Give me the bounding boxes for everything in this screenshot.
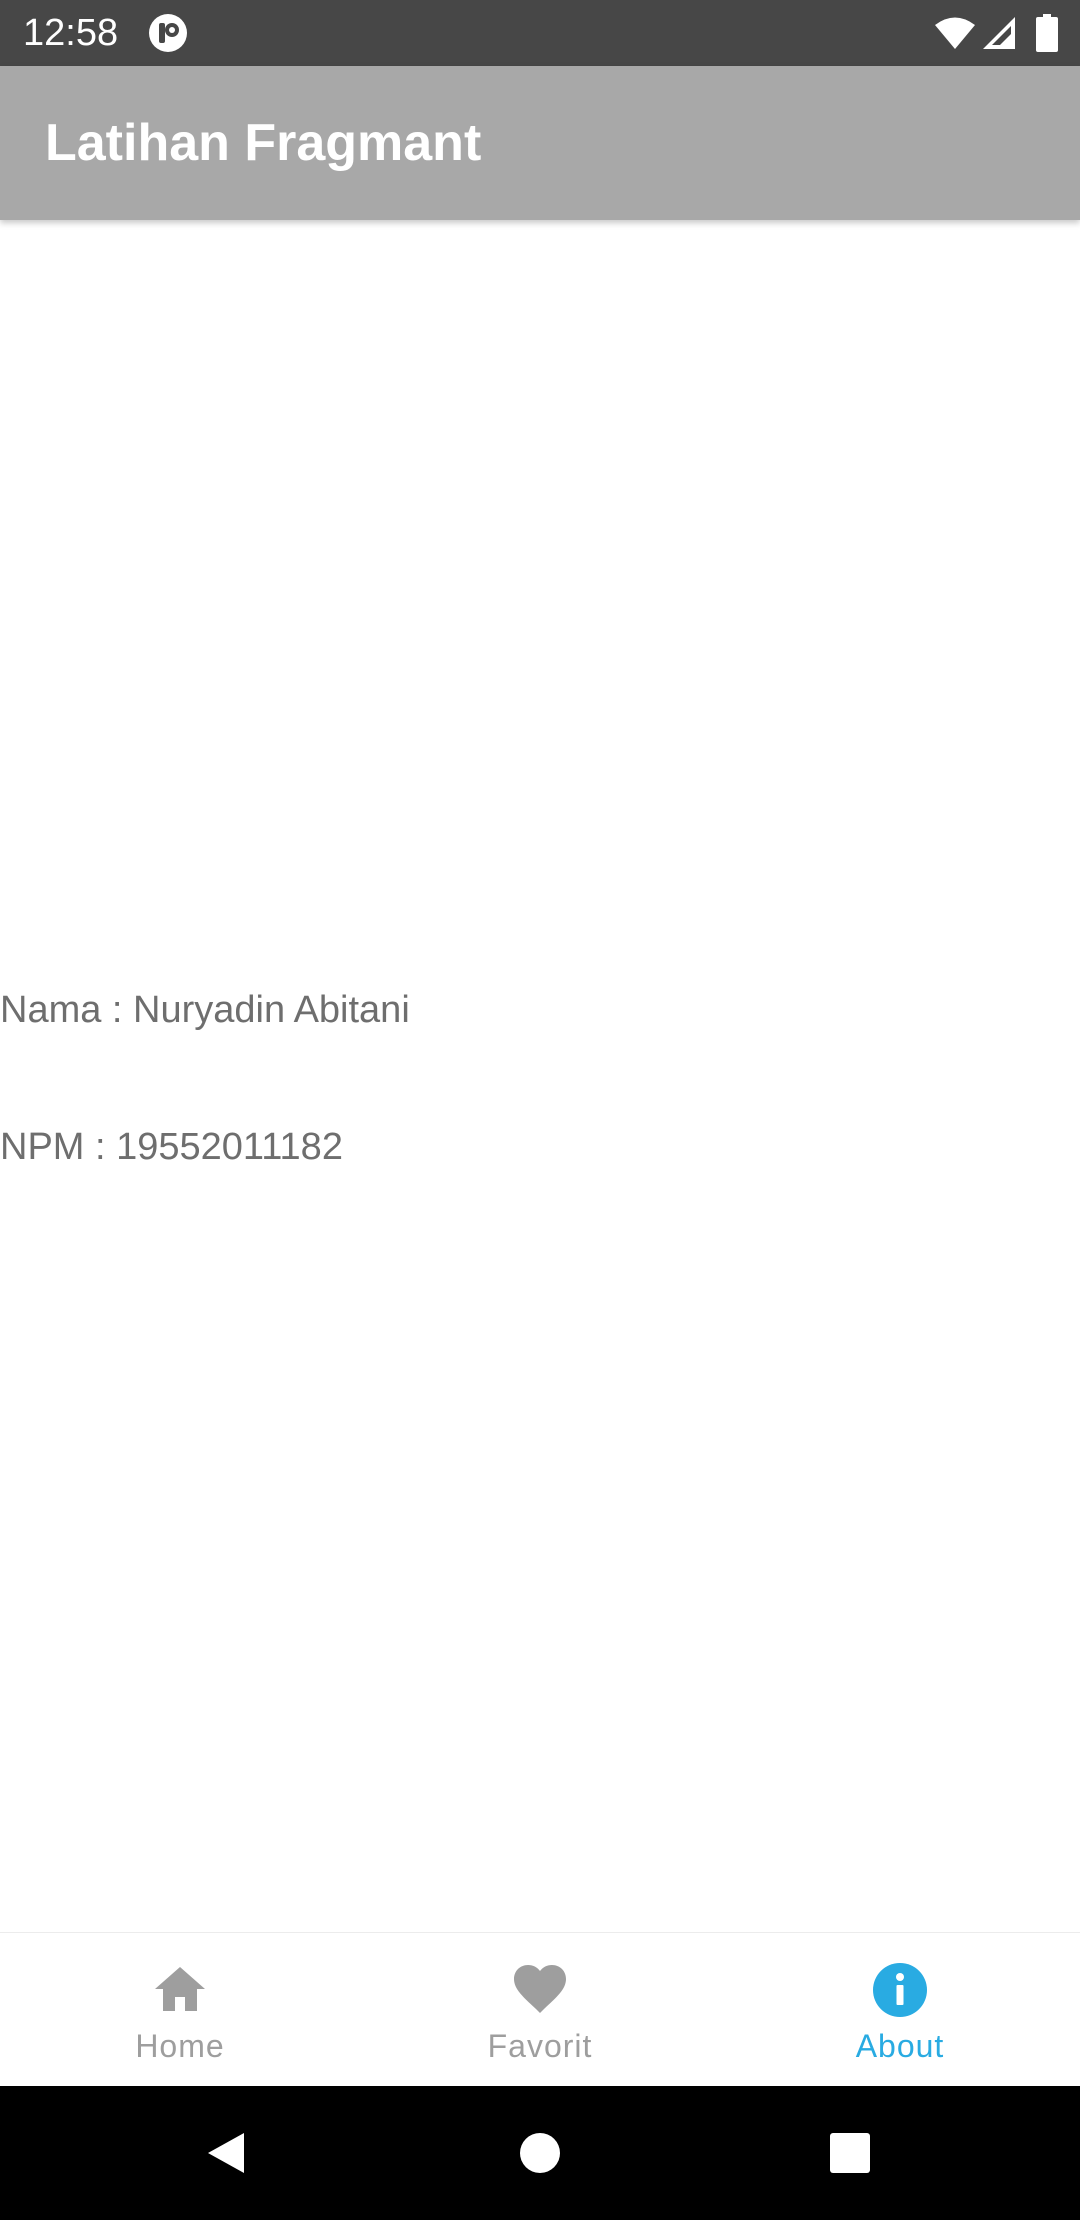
- nav-item-favorit[interactable]: Favorit: [360, 1933, 720, 2087]
- bottom-navigation: Home Favorit About: [0, 1932, 1080, 2086]
- status-bar: 12:58: [0, 0, 1080, 66]
- nav-item-label: Favorit: [487, 2028, 593, 2064]
- signal-icon: [983, 17, 1015, 49]
- student-npm-text: NPM : 19552011182: [0, 1126, 343, 1168]
- student-name-text: Nama : Nuryadin Abitani: [0, 989, 410, 1031]
- page-title: Latihan Fragmant: [45, 114, 482, 172]
- info-icon: [873, 1963, 927, 2017]
- heart-icon: [514, 1965, 566, 2013]
- about-content: Nama : Nuryadin Abitani NPM : 1955201118…: [0, 220, 1080, 1932]
- nav-item-home[interactable]: Home: [0, 1933, 360, 2087]
- app-notification-icon: [149, 14, 187, 52]
- system-navigation-bar: [0, 2086, 1080, 2220]
- nav-item-about[interactable]: About: [720, 1933, 1080, 2087]
- recents-icon[interactable]: [828, 2131, 872, 2175]
- wifi-icon: [935, 17, 975, 49]
- back-icon[interactable]: [204, 2131, 248, 2175]
- home-circle-icon[interactable]: [518, 2131, 562, 2175]
- screen: 12:58 Latihan Fragmant Nama : Nuryadin A…: [0, 0, 1080, 2220]
- battery-icon: [1036, 14, 1058, 52]
- home-icon: [155, 1967, 205, 2011]
- status-time: 12:58: [23, 12, 119, 54]
- nav-item-label: Home: [135, 2028, 225, 2064]
- nav-item-label: About: [855, 2028, 945, 2064]
- app-bar: Latihan Fragmant: [0, 66, 1080, 220]
